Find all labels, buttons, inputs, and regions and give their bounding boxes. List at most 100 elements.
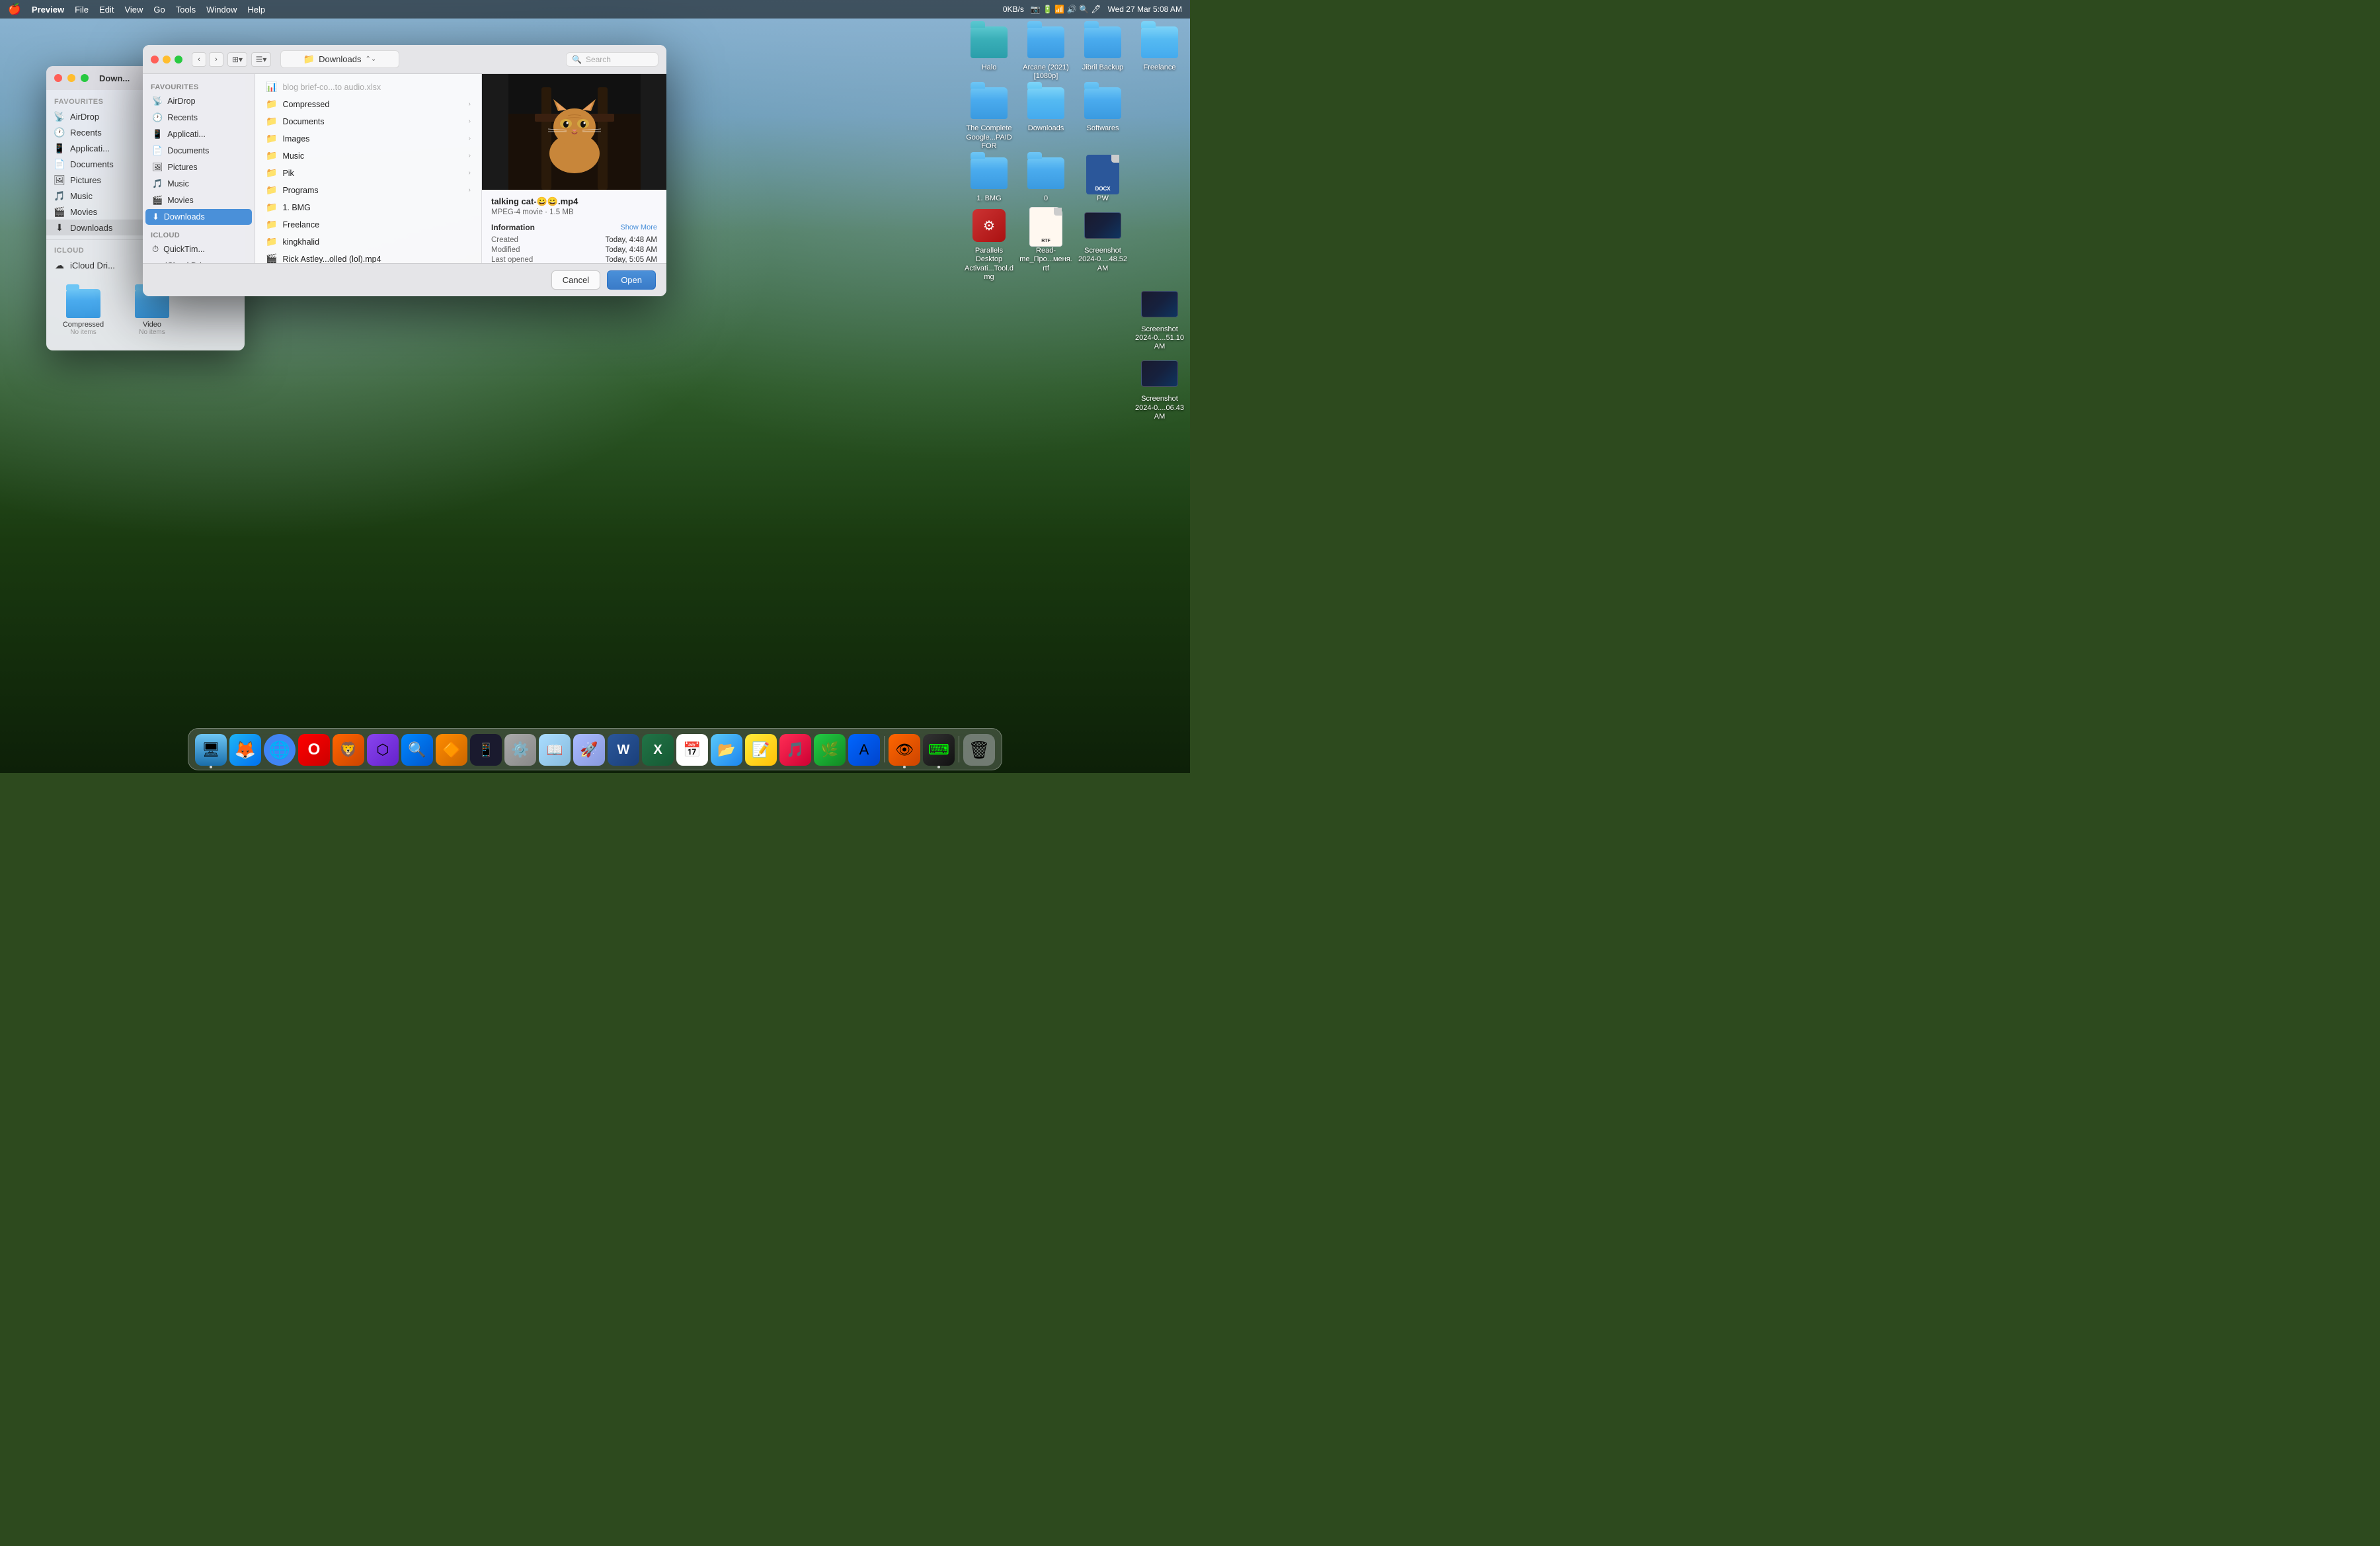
music-item-label: Music [167, 179, 189, 188]
dialog-location[interactable]: 📁 Downloads ⌃⌄ [280, 50, 399, 68]
show-more-button[interactable]: Show More [620, 224, 657, 231]
file-row-kingkhalid[interactable]: 📁 kingkhalid [258, 233, 479, 250]
desktop-icon-pw[interactable]: DOCX PW [1076, 155, 1129, 203]
dsidebar-movies[interactable]: 🎬 Movies [145, 192, 252, 208]
cancel-button[interactable]: Cancel [551, 270, 600, 290]
desktop-icon-jibril[interactable]: Jibril Backup [1076, 24, 1129, 81]
dock-files[interactable]: 📂 [711, 734, 742, 766]
app-name[interactable]: Preview [32, 5, 64, 15]
dsidebar-documents[interactable]: 📄 Documents [145, 143, 252, 159]
file-row-rick[interactable]: 🎬 Rick Astley...olled (lol).mp4 [258, 251, 479, 263]
desktop-icon-readme[interactable]: RTF Read-me_Про...меня.rtf [1019, 207, 1072, 282]
apple-menu[interactable]: 🍎 [8, 3, 21, 16]
menu-help[interactable]: Help [247, 5, 265, 15]
dock-calendar[interactable]: 📅 [676, 734, 708, 766]
movies-icon: 🎬 [152, 195, 163, 206]
desktop-icon-arcane[interactable]: Arcane (2021) [1080p] [1019, 24, 1072, 81]
dialog-maximize-button[interactable] [175, 56, 182, 63]
recents-label: Recents [70, 128, 102, 138]
dock-sysprefs[interactable]: ⚙️ [504, 734, 536, 766]
file-row-images[interactable]: 📁 Images › [258, 130, 479, 147]
dock-notes[interactable]: 📝 [745, 734, 777, 766]
dialog-back-button[interactable]: ‹ [192, 52, 206, 67]
menu-view[interactable]: View [124, 5, 143, 15]
dsidebar-quicktime[interactable]: ⏱ QuickTim... [145, 241, 252, 257]
dock-excel[interactable]: X [642, 734, 674, 766]
search-bar[interactable]: 🔍 Search [566, 52, 658, 67]
applications-item-label: Applicati... [167, 130, 206, 139]
dsidebar-music[interactable]: 🎵 Music [145, 176, 252, 192]
dialog-minimize-button[interactable] [163, 56, 171, 63]
dock-finder[interactable]: 🖥 [195, 734, 227, 766]
preview-filetype: MPEG-4 movie · 1.5 MB [491, 208, 657, 216]
dsidebar-icloud-label: iCloud [143, 227, 255, 241]
dock-opera[interactable]: O [298, 734, 330, 766]
file-row-blog[interactable]: 📊 blog brief-co...to audio.xlsx [258, 79, 479, 95]
dsidebar-icloud-drive[interactable]: ☁ iCloud Dri... [145, 258, 252, 263]
recents-icon: 🕐 [54, 127, 65, 138]
file-row-documents[interactable]: 📁 Documents › [258, 113, 479, 130]
menu-file[interactable]: File [75, 5, 89, 15]
menubar-right: 0KB/s 📷 🔋 📶 🔊 🔍 🖊 Wed 27 Mar 5:08 AM [1003, 5, 1182, 14]
desktop-icon-screenshot3[interactable]: Screenshot 2024-0....06.43 AM [1133, 355, 1186, 421]
file-row-pik[interactable]: 📁 Pik › [258, 165, 479, 181]
file-row-music[interactable]: 📁 Music › [258, 147, 479, 164]
dsidebar-downloads[interactable]: ⬇ Downloads [145, 209, 252, 225]
dock-iterm[interactable]: ⌨ [923, 734, 955, 766]
desktop-icon-softwares[interactable]: Softwares [1076, 85, 1129, 151]
location-text: Downloads [319, 54, 361, 64]
dock-vlc[interactable]: 🔶 [436, 734, 467, 766]
dsidebar-recents[interactable]: 🕐 Recents [145, 110, 252, 126]
dialog-forward-button[interactable]: › [209, 52, 223, 67]
view-list-button[interactable]: ☰▾ [251, 52, 271, 67]
desktop-icon-bmg[interactable]: 1. BMG [963, 155, 1015, 203]
dsidebar-airdrop[interactable]: 📡 AirDrop [145, 93, 252, 109]
dock-proxyman[interactable]: 🔍 [401, 734, 433, 766]
desktop-icon-screenshot2[interactable]: Screenshot 2024-0....51.10 AM [1133, 286, 1186, 352]
folder-images-icon: 📁 [266, 133, 277, 144]
finder-folder-compressed[interactable]: Compressed No items [57, 289, 110, 336]
dock-chrome[interactable]: 🌐 [264, 734, 296, 766]
minimize-button[interactable] [67, 74, 75, 82]
dock-dictionary[interactable]: 📖 [539, 734, 571, 766]
dock-altstore[interactable]: ⬡ [367, 734, 399, 766]
dock-brave[interactable]: 🦁 [333, 734, 364, 766]
dock-firefox[interactable]: 🦊 [229, 734, 261, 766]
dsidebar-pictures[interactable]: 🖼 Pictures [145, 159, 252, 175]
desktop-icon-freelance[interactable]: Freelance [1133, 24, 1186, 81]
dsidebar-applications[interactable]: 📱 Applicati... [145, 126, 252, 142]
dock-robinhoodie[interactable]: 🌿 [814, 734, 846, 766]
view-icon-button[interactable]: ⊞▾ [227, 52, 247, 67]
dock-appstore[interactable]: A [848, 734, 880, 766]
dialog-close-button[interactable] [151, 56, 159, 63]
menu-edit[interactable]: Edit [99, 5, 114, 15]
folder-music-icon: 📁 [266, 150, 277, 161]
downloads-item-label: Downloads [164, 212, 205, 222]
desktop-icon-zero[interactable]: 0 [1019, 155, 1072, 203]
dock-preview[interactable]: 👁 [889, 734, 920, 766]
menu-go[interactable]: Go [153, 5, 165, 15]
menubar-left: 🍎 Preview File Edit View Go Tools Window… [8, 3, 265, 16]
applications-icon: 📱 [152, 129, 163, 140]
desktop-icon-google[interactable]: The Complete Google...PAID FOR [963, 85, 1015, 151]
movies-icon: 🎬 [54, 206, 65, 217]
close-button[interactable] [54, 74, 62, 82]
dock-word[interactable]: W [608, 734, 639, 766]
file-row-programs[interactable]: 📁 Programs › [258, 182, 479, 198]
dock-ios[interactable]: 📱 [470, 734, 502, 766]
dsidebar-favourites-label: Favourites [143, 79, 255, 93]
desktop-icon-downloads[interactable]: Downloads [1019, 85, 1072, 151]
desktop-icon-halo[interactable]: Halo [963, 24, 1015, 81]
dock-launchpad[interactable]: 🚀 [573, 734, 605, 766]
file-row-compressed[interactable]: 📁 Compressed › [258, 96, 479, 112]
file-row-freelance[interactable]: 📁 Freelance [258, 216, 479, 233]
menu-tools[interactable]: Tools [176, 5, 196, 15]
desktop-icon-parallels[interactable]: ⚙ Parallels Desktop Activati...Tool.dmg [963, 207, 1015, 282]
dock-music[interactable]: 🎵 [779, 734, 811, 766]
maximize-button[interactable] [81, 74, 89, 82]
file-row-bmg[interactable]: 📁 1. BMG [258, 199, 479, 216]
desktop-icon-screenshot1[interactable]: Screenshot 2024-0....48.52 AM [1076, 207, 1129, 282]
dock-trash[interactable]: 🗑 [963, 734, 995, 766]
menu-window[interactable]: Window [206, 5, 237, 15]
open-button[interactable]: Open [607, 270, 656, 290]
